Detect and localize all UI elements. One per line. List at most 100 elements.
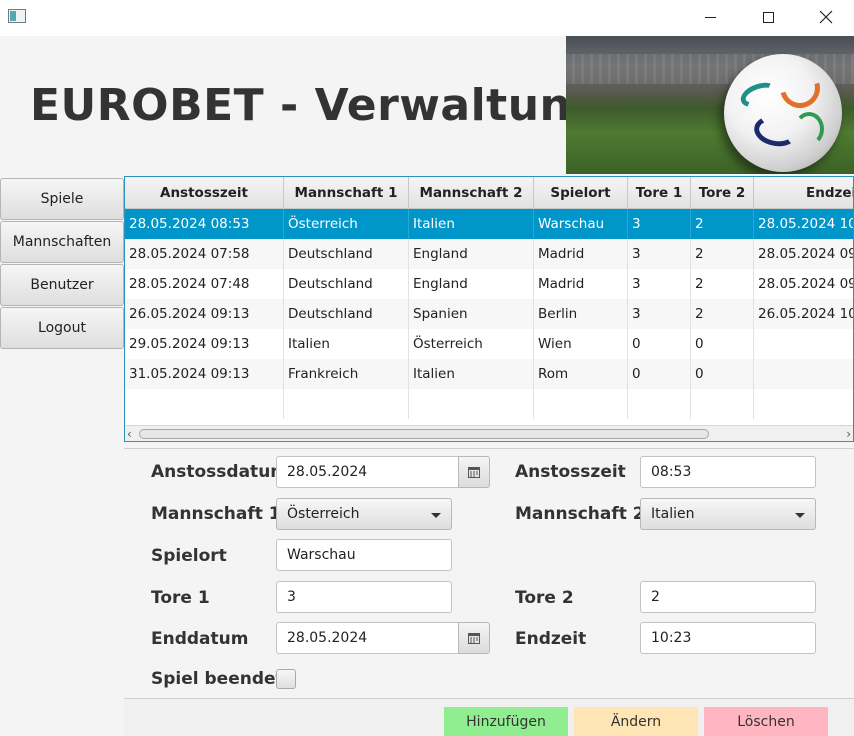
- table-cell-empty: [284, 389, 409, 419]
- window-titlebar: [0, 0, 854, 36]
- sidebar-item-logout[interactable]: Logout: [0, 307, 124, 349]
- hero-image: [566, 36, 854, 174]
- table-cell: 28.05.2024 07:48: [125, 269, 284, 299]
- table-cell: England: [409, 269, 534, 299]
- add-button[interactable]: Hinzufügen: [444, 707, 568, 736]
- table-cell: 28.05.2024 07:58: [125, 239, 284, 269]
- column-header-tore1[interactable]: Tore 1: [628, 177, 691, 209]
- soccer-ball-icon: [724, 54, 842, 172]
- table-cell: Deutschland: [284, 239, 409, 269]
- table-header: Anstosszeit Mannschaft 1 Mannschaft 2 Sp…: [125, 177, 853, 209]
- table-cell: 29.05.2024 09:13: [125, 329, 284, 359]
- table-cell: Italien: [284, 329, 409, 359]
- table-cell: Spanien: [409, 299, 534, 329]
- table-cell: Warschau: [534, 209, 628, 239]
- spiel-beendet-checkbox[interactable]: [276, 669, 296, 689]
- close-button[interactable]: [797, 0, 854, 34]
- mannschaft2-select[interactable]: Italien: [640, 498, 816, 530]
- games-table: Anstosszeit Mannschaft 1 Mannschaft 2 Sp…: [124, 176, 854, 442]
- table-cell: 3: [628, 269, 691, 299]
- calendar-icon: [468, 632, 480, 644]
- close-icon: [819, 10, 833, 24]
- anstosszeit-field[interactable]: 08:53: [640, 456, 816, 488]
- table-cell: 28.05.2024 09:18: [754, 269, 853, 299]
- table-cell: Österreich: [284, 209, 409, 239]
- scrollbar-thumb[interactable]: [139, 429, 709, 439]
- anstossdatum-label: Anstossdatum: [151, 462, 289, 482]
- column-header-endzeit[interactable]: Endzeit: [754, 177, 853, 209]
- table-row[interactable]: 26.05.2024 09:13 Deutschland Spanien Ber…: [125, 299, 853, 329]
- table-cell: 0: [628, 359, 691, 389]
- sidebar: Spiele Mannschaften Benutzer Logout: [0, 176, 124, 736]
- table-cell-empty: [754, 389, 853, 419]
- table-cell-empty: [628, 389, 691, 419]
- app-window: EUROBET - Verwaltung Spiele Mannschaften…: [0, 0, 854, 736]
- chevron-down-icon: [795, 513, 805, 518]
- column-header-mannschaft1[interactable]: Mannschaft 1: [284, 177, 409, 209]
- table-cell: Deutschland: [284, 269, 409, 299]
- table-cell: 26.05.2024 09:13: [125, 299, 284, 329]
- spielort-label: Spielort: [151, 546, 227, 566]
- table-row-empty: [125, 389, 853, 419]
- table-cell: Madrid: [534, 239, 628, 269]
- table-row[interactable]: 31.05.2024 09:13 Frankreich Italien Rom …: [125, 359, 853, 389]
- table-cell: Wien: [534, 329, 628, 359]
- table-body: 28.05.2024 08:53 Österreich Italien Wars…: [125, 209, 853, 425]
- minimize-button[interactable]: [681, 0, 739, 34]
- maximize-button[interactable]: [739, 0, 797, 34]
- table-cell: 26.05.2024 10:43: [754, 299, 853, 329]
- column-header-tore2[interactable]: Tore 2: [691, 177, 754, 209]
- table-cell-empty: [534, 389, 628, 419]
- table-cell-empty: [691, 389, 754, 419]
- mannschaft1-select[interactable]: Österreich: [276, 498, 452, 530]
- sidebar-item-mannschaften[interactable]: Mannschaften: [0, 221, 124, 263]
- sidebar-item-benutzer[interactable]: Benutzer: [0, 264, 124, 306]
- table-cell: Italien: [409, 209, 534, 239]
- scroll-right-icon[interactable]: ›: [846, 427, 851, 441]
- page-title: EUROBET - Verwaltung: [30, 80, 604, 131]
- enddatum-picker-button[interactable]: [458, 622, 490, 654]
- table-cell-empty: [125, 389, 284, 419]
- table-cell: Rom: [534, 359, 628, 389]
- table-cell: England: [409, 239, 534, 269]
- table-cell: Deutschland: [284, 299, 409, 329]
- table-cell: Italien: [409, 359, 534, 389]
- endzeit-label: Endzeit: [515, 629, 587, 649]
- scroll-left-icon[interactable]: ‹: [127, 427, 132, 441]
- spielort-field[interactable]: Warschau: [276, 539, 452, 571]
- action-bar: Hinzufügen Ändern Löschen: [124, 698, 854, 736]
- enddatum-label: Enddatum: [151, 629, 249, 649]
- table-cell: 3: [628, 239, 691, 269]
- table-cell: Berlin: [534, 299, 628, 329]
- table-cell: 3: [628, 209, 691, 239]
- table-row[interactable]: 28.05.2024 08:53 Österreich Italien Wars…: [125, 209, 853, 239]
- tore2-label: Tore 2: [515, 588, 574, 608]
- column-header-anstosszeit[interactable]: Anstosszeit: [125, 177, 284, 209]
- delete-button[interactable]: Löschen: [704, 707, 828, 736]
- column-header-mannschaft2[interactable]: Mannschaft 2: [409, 177, 534, 209]
- minimize-icon: [704, 16, 716, 18]
- tore2-field[interactable]: 2: [640, 581, 816, 613]
- table-cell: 0: [628, 329, 691, 359]
- table-row[interactable]: 28.05.2024 07:48 Deutschland England Mad…: [125, 269, 853, 299]
- table-cell: Madrid: [534, 269, 628, 299]
- mannschaft2-selected-value: Italien: [651, 506, 695, 522]
- endzeit-field[interactable]: 10:23: [640, 622, 816, 654]
- table-row[interactable]: 28.05.2024 07:58 Deutschland England Mad…: [125, 239, 853, 269]
- table-cell: [754, 359, 853, 389]
- enddatum-field[interactable]: 28.05.2024: [276, 622, 460, 654]
- table-cell: 28.05.2024 10:23: [754, 209, 853, 239]
- edit-button[interactable]: Ändern: [574, 707, 698, 736]
- horizontal-scrollbar[interactable]: ‹ ›: [125, 425, 853, 441]
- table-cell: 28.05.2024 09:28: [754, 239, 853, 269]
- anstossdatum-picker-button[interactable]: [458, 456, 490, 488]
- column-header-spielort[interactable]: Spielort: [534, 177, 628, 209]
- tore1-field[interactable]: 3: [276, 581, 452, 613]
- anstossdatum-field[interactable]: 28.05.2024: [276, 456, 460, 488]
- sidebar-item-spiele[interactable]: Spiele: [0, 178, 124, 220]
- chevron-down-icon: [431, 513, 441, 518]
- table-cell: Österreich: [409, 329, 534, 359]
- spiel-beendet-label: Spiel beendet: [151, 669, 284, 689]
- table-cell: 2: [691, 299, 754, 329]
- table-row[interactable]: 29.05.2024 09:13 Italien Österreich Wien…: [125, 329, 853, 359]
